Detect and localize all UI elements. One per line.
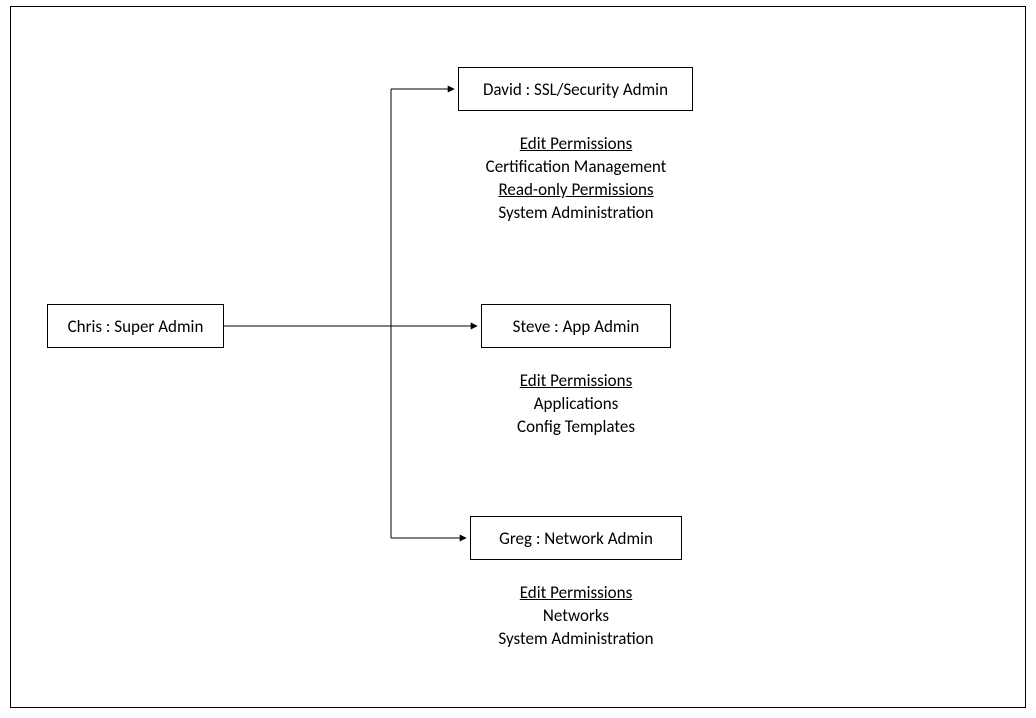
perm-item: System Administration: [446, 628, 706, 651]
node-david: David : SSL/Security Admin: [458, 67, 693, 111]
permissions-greg: Edit Permissions Networks System Adminis…: [446, 582, 706, 651]
node-root: Chris : Super Admin: [47, 304, 224, 348]
perm-item: System Administration: [446, 202, 706, 225]
node-root-label: Chris : Super Admin: [68, 316, 204, 337]
perm-header: Read-only Permissions: [446, 179, 706, 202]
node-greg-label: Greg : Network Admin: [499, 528, 653, 549]
permissions-steve: Edit Permissions Applications Config Tem…: [446, 370, 706, 439]
permissions-david: Edit Permissions Certification Managemen…: [446, 133, 706, 225]
perm-item: Applications: [446, 393, 706, 416]
node-steve-label: Steve : App Admin: [513, 316, 640, 337]
node-steve: Steve : App Admin: [481, 304, 671, 348]
perm-item: Networks: [446, 605, 706, 628]
node-greg: Greg : Network Admin: [470, 516, 682, 560]
perm-header: Edit Permissions: [446, 370, 706, 393]
perm-item: Certification Management: [446, 156, 706, 179]
node-david-label: David : SSL/Security Admin: [483, 79, 668, 100]
perm-header: Edit Permissions: [446, 582, 706, 605]
diagram-canvas: Chris : Super Admin David : SSL/Security…: [0, 0, 1036, 718]
perm-item: Config Templates: [446, 416, 706, 439]
perm-header: Edit Permissions: [446, 133, 706, 156]
